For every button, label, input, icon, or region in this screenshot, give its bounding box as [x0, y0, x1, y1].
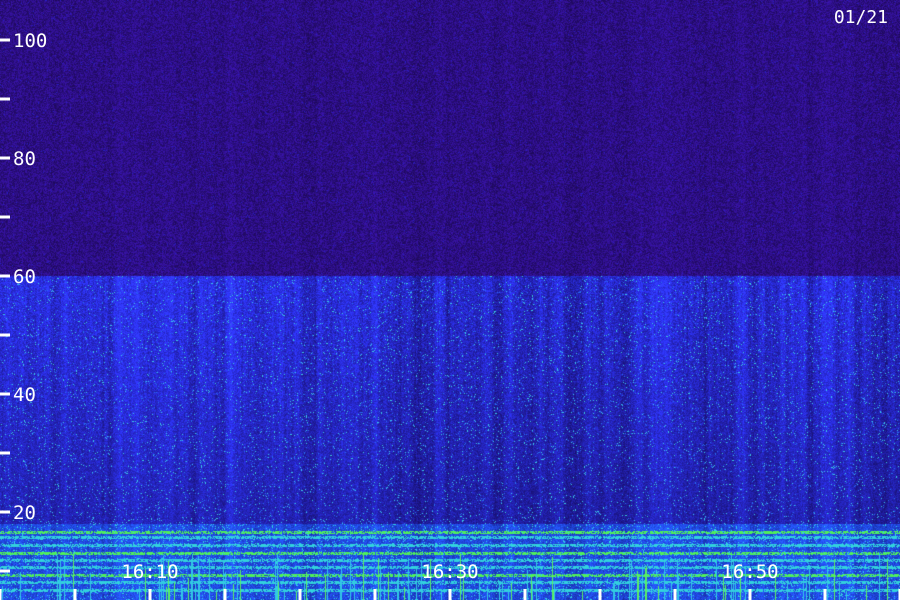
x-tick-label: 16:50 — [721, 561, 778, 583]
y-tick-label: 100 — [13, 30, 47, 52]
date-indicator: 01/21 — [834, 7, 888, 28]
date-label: 01/21 — [834, 7, 888, 28]
x-axis: 16:10 16:30 16:50 — [0, 561, 900, 600]
y-tick-label: 20 — [13, 502, 36, 524]
y-axis: 100 80 60 40 20 — [0, 30, 47, 573]
y-tick-label: 60 — [13, 266, 36, 288]
x-tick-label: 16:10 — [121, 561, 178, 583]
x-tick-label: 16:30 — [421, 561, 478, 583]
axis-overlay: 01/21 100 80 60 40 20 16:10 16:30 16:50 — [0, 7, 900, 600]
y-tick-label: 80 — [13, 148, 36, 170]
y-tick-label: 40 — [13, 384, 36, 406]
